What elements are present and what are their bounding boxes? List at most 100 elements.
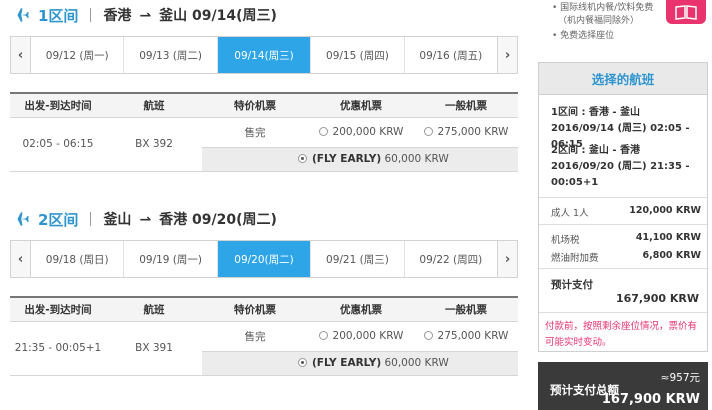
fly-early-price: 60,000 KRW: [384, 357, 449, 369]
radio-icon[interactable]: [318, 127, 328, 136]
date-tab[interactable]: 09/21 (周三): [311, 241, 405, 277]
total-value: 167,900 KRW: [601, 392, 700, 407]
pay-label: 预计支付: [551, 279, 593, 291]
date-tab[interactable]: 09/13 (周二): [124, 37, 218, 73]
normal-fare-option[interactable]: 275,000 KRW: [414, 321, 518, 352]
summary-leg1-route: 1区间 : 香港 - 釜山: [551, 107, 641, 118]
destination-city: 香港: [159, 212, 188, 228]
header-special: 特价机票: [202, 92, 308, 118]
flight-time: 21:35 - 00:05+1: [10, 321, 106, 376]
flight-table: 出发-到达时间 航班 特价机票 优惠机票 一般机票 02:05 - 06:15 …: [10, 92, 518, 172]
radio-icon[interactable]: [423, 127, 433, 136]
divider: [539, 268, 707, 269]
promo-line: （机内餐福同除外）: [558, 16, 640, 26]
divider: [539, 224, 707, 225]
header-normal: 一般机票: [414, 92, 518, 118]
discount-price: 200,000 KRW: [332, 330, 404, 342]
date-tab[interactable]: 09/15 (周四): [311, 37, 405, 73]
route-arrow-icon: ⇀: [139, 212, 152, 228]
fuel-label: 燃油附加费: [551, 253, 599, 264]
leg-date: 09/14(周三): [192, 8, 277, 24]
date-tab[interactable]: 09/22 (周四): [405, 241, 497, 277]
leg-label: 2区间: [38, 210, 79, 229]
discount-fare-option[interactable]: 200,000 KRW: [308, 321, 414, 352]
date-selector: ‹ 09/12 (周一) 09/13 (周二) 09/14(周三) 09/15 …: [10, 36, 518, 74]
flight-table: 出发-到达时间 航班 特价机票 优惠机票 一般机票 21:35 - 00:05+…: [10, 296, 518, 376]
normal-fare-option[interactable]: 275,000 KRW: [414, 117, 518, 148]
price-change-notice: 付款前，按照剩余座位情况，票价有可能实时变动。: [545, 321, 698, 348]
divider: [90, 212, 92, 226]
next-dates-button[interactable]: ›: [497, 37, 517, 73]
adult-fare-row: 成人 1人 120,000 KRW: [551, 205, 701, 219]
divider: [539, 312, 707, 313]
header-time: 出发-到达时间: [10, 296, 106, 322]
summary-leg2-arrival: 00:05+1: [551, 177, 599, 188]
header-time: 出发-到达时间: [10, 92, 106, 118]
adult-label: 成人 1人: [551, 208, 589, 219]
radio-checked-icon[interactable]: [298, 358, 307, 367]
divider: [90, 8, 92, 22]
flight-number: BX 392: [106, 117, 202, 172]
plane-icon: [10, 5, 30, 25]
flight-number: BX 391: [106, 321, 202, 376]
normal-price: 275,000 KRW: [437, 126, 509, 138]
leg-date: 09/20(周二): [192, 212, 277, 228]
date-tab-selected[interactable]: 09/14(周三): [217, 37, 312, 73]
flight-time: 02:05 - 06:15: [10, 117, 106, 172]
leg-route: 香港 ⇀ 釜山 09/14(周三): [103, 5, 276, 25]
prev-dates-button[interactable]: ‹: [11, 37, 31, 73]
date-tab[interactable]: 09/12 (周一): [31, 37, 125, 73]
promo-line: • 免费选择座位: [552, 31, 615, 41]
summary-leg2-route: 2区间 : 釜山 - 香港: [551, 145, 641, 156]
normal-price: 275,000 KRW: [437, 330, 509, 342]
origin-city: 香港: [103, 8, 132, 24]
origin-city: 釜山: [103, 212, 132, 228]
leg2-header: 2区间 釜山 ⇀ 香港 09/20(周二): [10, 207, 277, 231]
header-flight: 航班: [106, 92, 202, 118]
header-flight: 航班: [106, 296, 202, 322]
radio-icon[interactable]: [423, 331, 433, 340]
tax-label: 机场税: [551, 235, 580, 246]
next-dates-button[interactable]: ›: [497, 241, 517, 277]
total-bar: ≈957元 预计支付总额 167,900 KRW: [538, 362, 708, 410]
date-tab[interactable]: 09/18 (周日): [31, 241, 125, 277]
summary-leg2-time: 2016/09/20 (周二) 21:35 -: [551, 161, 690, 172]
special-soldout: 售完: [202, 321, 308, 352]
fuel-row: 燃油附加费 6,800 KRW: [551, 250, 701, 264]
table-row: 21:35 - 00:05+1 BX 391 售完 200,000 KRW 27…: [10, 321, 518, 376]
panel-title: 选择的航班: [539, 63, 707, 95]
plane-icon: [10, 209, 30, 229]
date-tab[interactable]: 09/19 (周一): [124, 241, 218, 277]
leg1-header: 1区间 香港 ⇀ 釜山 09/14(周三): [10, 3, 277, 27]
leg-route: 釜山 ⇀ 香港 09/20(周二): [103, 209, 276, 229]
fly-early-option[interactable]: (FLY EARLY) 60,000 KRW: [202, 147, 518, 172]
divider: [539, 197, 707, 198]
date-tab-selected[interactable]: 09/20(周二): [217, 241, 312, 277]
discount-fare-option[interactable]: 200,000 KRW: [308, 117, 414, 148]
fuel-value: 6,800 KRW: [642, 250, 701, 261]
header-special: 特价机票: [202, 296, 308, 322]
promo-line: • 国际线机内餐/饮料免费: [552, 3, 654, 13]
tax-row: 机场税 41,100 KRW: [551, 232, 701, 246]
discount-price: 200,000 KRW: [332, 126, 404, 138]
header-normal: 一般机票: [414, 296, 518, 322]
total-approx: ≈957元: [660, 372, 700, 384]
header-discount: 优惠机票: [308, 296, 414, 322]
book-icon: [666, 0, 706, 24]
destination-city: 釜山: [159, 8, 188, 24]
selected-flights-panel: 选择的航班 1区间 : 香港 - 釜山 2016/09/14 (周三) 02:0…: [538, 62, 708, 352]
radio-icon[interactable]: [318, 331, 328, 340]
adult-value: 120,000 KRW: [629, 205, 701, 216]
fly-early-price: 60,000 KRW: [384, 153, 449, 165]
fly-early-option[interactable]: (FLY EARLY) 60,000 KRW: [202, 351, 518, 376]
special-soldout: 售完: [202, 117, 308, 148]
prev-dates-button[interactable]: ‹: [11, 241, 31, 277]
leg-label: 1区间: [38, 6, 79, 25]
fly-early-label: (FLY EARLY): [312, 357, 382, 369]
tax-value: 41,100 KRW: [635, 232, 701, 243]
header-discount: 优惠机票: [308, 92, 414, 118]
date-tab[interactable]: 09/16 (周五): [405, 37, 497, 73]
date-selector: ‹ 09/18 (周日) 09/19 (周一) 09/20(周二) 09/21 …: [10, 240, 518, 278]
fly-early-label: (FLY EARLY): [312, 153, 382, 165]
radio-checked-icon[interactable]: [298, 154, 307, 163]
